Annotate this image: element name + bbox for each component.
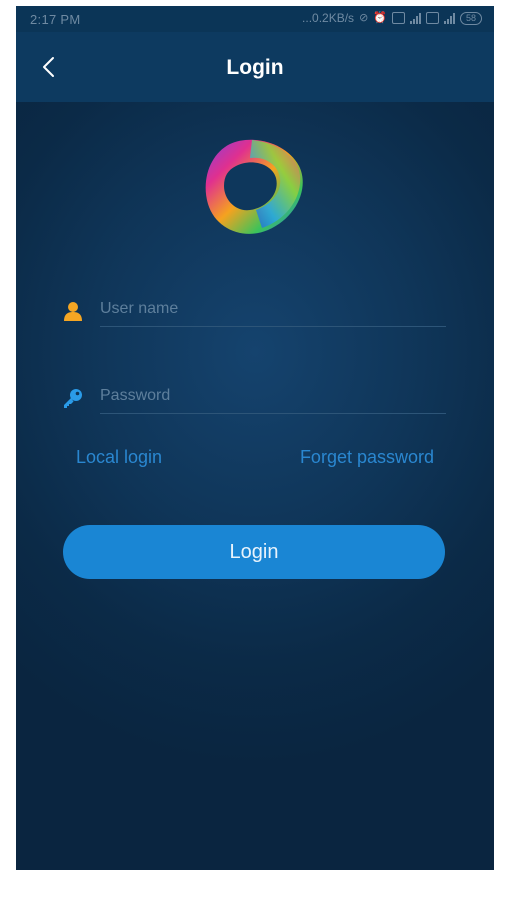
- phone-screen: 2:17 PM ...0.2KB/s ⊘ ⏰ 58 Login User nam…: [16, 6, 494, 870]
- signal-2-icon: [443, 12, 455, 24]
- user-icon: [64, 302, 82, 321]
- username-input[interactable]: [100, 292, 446, 327]
- local-login-link[interactable]: Local login: [76, 447, 162, 468]
- network-speed: ...0.2KB/s: [302, 11, 355, 25]
- status-bar: 2:17 PM ...0.2KB/s ⊘ ⏰ 58: [16, 6, 494, 32]
- alarm-icon: ⏰: [373, 12, 387, 24]
- key-icon: [64, 389, 82, 408]
- username-field: [62, 292, 446, 332]
- status-time: 2:17 PM: [30, 12, 81, 27]
- forget-password-link[interactable]: Forget password: [300, 447, 434, 468]
- signal-icon: [409, 12, 421, 24]
- sim-2-icon: [425, 12, 439, 24]
- page-title: Login: [226, 56, 284, 79]
- login-button[interactable]: Login: [63, 525, 445, 579]
- mute-icon: ⊘: [359, 12, 369, 24]
- sim-icon: [391, 12, 405, 24]
- password-input[interactable]: [100, 379, 446, 414]
- password-field: [62, 379, 446, 419]
- battery-indicator: 58: [459, 11, 482, 25]
- app-logo: [205, 139, 303, 234]
- nav-bar: Login: [16, 32, 494, 102]
- status-icons: ...0.2KB/s ⊘ ⏰ 58: [302, 11, 482, 25]
